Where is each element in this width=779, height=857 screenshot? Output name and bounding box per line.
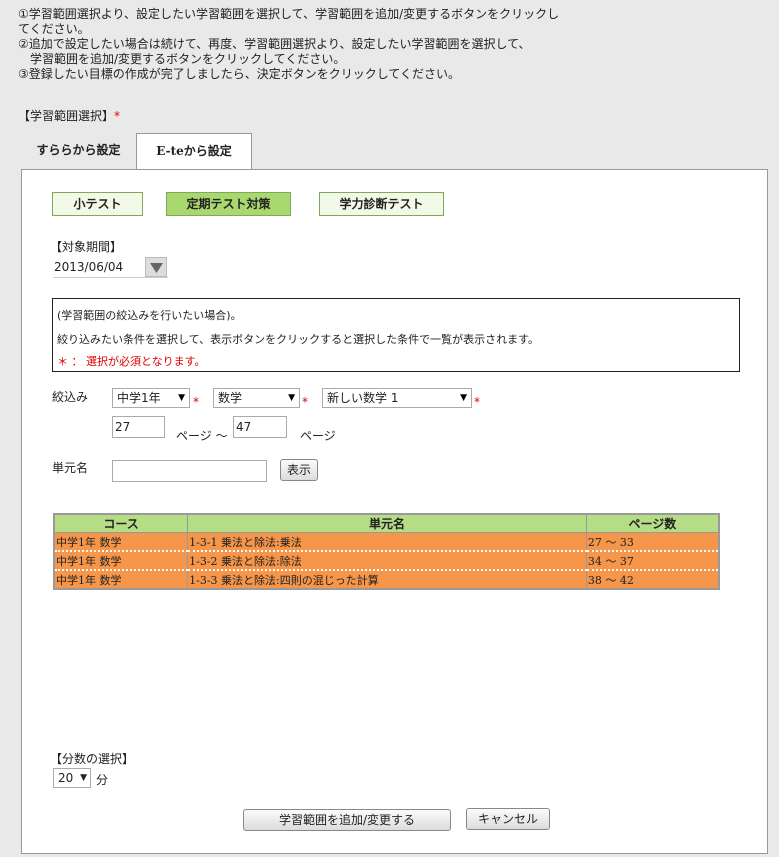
section-label: 【学習範囲選択】* [18,107,120,124]
required-mark: * [114,109,121,123]
grade-value: 中学1年 [117,391,161,405]
subtab-diagnostic-test[interactable]: 学力診断テスト [319,192,444,216]
column-header-course: コース [53,513,189,533]
chevron-down-icon: ▼ [460,393,467,403]
notice-line: (学習範囲の絞込みを行いたい場合)。 [57,309,242,322]
table-row[interactable]: 中学1年 数学 1-3-3 乗法と除法:四則の混じった計算 38 ～ 42 [53,570,720,590]
instruction-line: ②追加で設定したい場合は続けて、再度、学習範囲選択より、設定したい学習範囲を選択… [18,37,531,51]
cell-unit: 1-3-1 乗法と除法:乗法 [187,532,587,552]
unit-name-label: 単元名 [52,461,89,475]
cell-course: 中学1年 数学 [53,551,189,571]
cell-unit: 1-3-2 乗法と除法:除法 [187,551,587,571]
triangle-down-icon[interactable] [145,257,167,277]
minutes-select[interactable]: 20 ▼ [53,768,91,788]
chevron-down-icon: ▼ [288,393,295,403]
chevron-down-icon: ▼ [80,773,87,783]
date-picker[interactable]: 2013/06/04 [53,257,168,278]
minutes-label: 【分数の選択】 [50,752,135,766]
required-mark: * [474,395,480,409]
unit-table: コース 単元名 ページ数 中学1年 数学 1-3-1 乗法と除法:乗法 27 ～… [53,513,720,590]
filter-notice: (学習範囲の絞込みを行いたい場合)。 絞り込みたい条件を選択して、表示ボタンをク… [52,298,740,372]
section-label-text: 【学習範囲選択】 [18,109,115,123]
cell-course: 中学1年 数学 [53,570,189,590]
table-header-row: コース 単元名 ページ数 [53,513,720,533]
tab-surara[interactable]: すららから設定 [21,133,136,167]
instructions: ①学習範囲選択より、設定したい学習範囲を選択して、学習範囲を追加/変更するボタン… [18,7,618,82]
cell-pages: 34 ～ 37 [585,551,720,571]
notice-required-line: ＊ ： 選択が必須となります。 [57,355,206,368]
table-row[interactable]: 中学1年 数学 1-3-2 乗法と除法:除法 34 ～ 37 [53,551,720,571]
cell-pages: 27 ～ 33 [585,532,720,552]
minutes-unit: 分 [96,773,109,787]
chevron-down-icon: ▼ [178,393,185,403]
show-button[interactable]: 表示 [280,459,318,481]
required-mark: * [193,395,199,409]
table-row[interactable]: 中学1年 数学 1-3-1 乗法と除法:乗法 27 ～ 33 [53,532,720,552]
instruction-line: てください。 [18,22,90,36]
subject-value: 数学 [218,391,243,405]
page-from-input[interactable]: 27 [112,416,165,438]
cell-course: 中学1年 数学 [53,532,189,552]
notice-line: 絞り込みたい条件を選択して、表示ボタンをクリックすると選択した条件で一覧が表示さ… [57,333,540,346]
page-unit-label: ページ [300,429,336,443]
tab-e-te[interactable]: E-teから設定 [136,133,252,171]
add-range-button[interactable]: 学習範囲を追加/変更する [243,809,451,831]
textbook-select[interactable]: 新しい数学 1 ▼ [322,388,472,408]
tab-panel: 小テスト 定期テスト対策 学力診断テスト 【対象期間】 2013/06/04 (… [21,169,768,854]
unit-name-input[interactable] [112,460,267,482]
column-header-pages: ページ数 [585,513,720,533]
cancel-button[interactable]: キャンセル [466,808,550,830]
textbook-value: 新しい数学 1 [327,391,399,405]
subtab-quiz[interactable]: 小テスト [52,192,143,216]
period-label: 【対象期間】 [50,240,123,254]
instruction-line: ③登録したい目標の作成が完了しましたら、決定ボタンをクリックしてください。 [18,67,461,81]
instruction-line: 学習範囲を追加/変更するボタンをクリックしてください。 [18,52,346,66]
instruction-line: ①学習範囲選択より、設定したい学習範囲を選択して、学習範囲を追加/変更するボタン… [18,7,560,21]
subtab-regular-test[interactable]: 定期テスト対策 [166,192,291,216]
required-mark: * [302,395,308,409]
date-value: 2013/06/04 [54,260,124,274]
subject-select[interactable]: 数学 ▼ [213,388,300,408]
grade-select[interactable]: 中学1年 ▼ [112,388,190,408]
cell-pages: 38 ～ 42 [585,570,720,590]
filter-label: 絞込み [52,390,89,404]
column-header-unit: 単元名 [187,513,587,533]
minutes-value: 20 [58,771,74,785]
cell-unit: 1-3-3 乗法と除法:四則の混じった計算 [187,570,587,590]
page-range-separator: ページ ～ [176,429,228,443]
page-to-input[interactable]: 47 [233,416,287,438]
